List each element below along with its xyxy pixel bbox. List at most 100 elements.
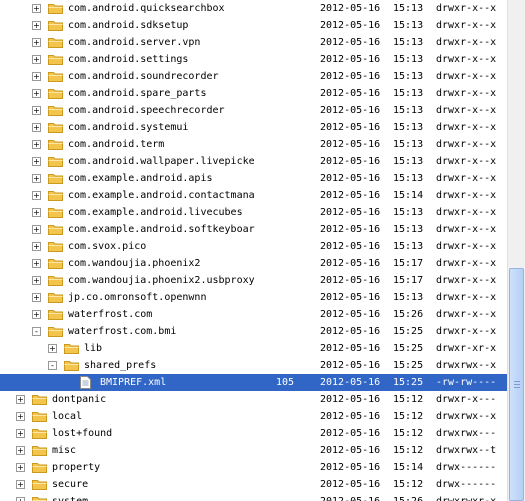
item-date: 2012-05-16: [320, 462, 381, 473]
item-permissions: drwxr-x--x: [436, 37, 497, 48]
item-permissions: drwxr-x--x: [436, 258, 497, 269]
expand-toggle[interactable]: +: [32, 242, 41, 251]
expand-toggle[interactable]: +: [32, 157, 41, 166]
item-date: 2012-05-16: [320, 428, 381, 439]
item-name: jp.co.omronsoft.openwnn: [68, 292, 207, 303]
folder-row[interactable]: + dontpanic 2012-05-16 15:12 drwxr-x---: [0, 391, 507, 408]
folder-row[interactable]: + lost+found 2012-05-16 15:12 drwxrwx---: [0, 425, 507, 442]
expand-toggle[interactable]: +: [32, 174, 41, 183]
folder-row[interactable]: + com.android.quicksearchbox 2012-05-16 15:…: [0, 0, 507, 17]
folder-icon: [32, 429, 47, 439]
item-name: property: [52, 462, 101, 473]
item-time: 15:13: [393, 54, 424, 65]
item-date: 2012-05-16: [320, 54, 381, 65]
collapse-toggle[interactable]: -: [48, 361, 57, 370]
expand-toggle[interactable]: +: [16, 395, 25, 404]
item-date: 2012-05-16: [320, 411, 381, 422]
folder-row[interactable]: + waterfrost.com 2012-05-16 15:26 drwxr-x--x: [0, 306, 507, 323]
folder-row[interactable]: + com.example.android.livecubes 2012-05-16…: [0, 204, 507, 221]
item-name: com.android.sdksetup: [68, 20, 189, 31]
folder-row[interactable]: + com.example.android.apis 2012-05-16 15:13…: [0, 170, 507, 187]
item-name: com.example.android.contactmana: [68, 190, 255, 201]
folder-row[interactable]: + secure 2012-05-16 15:12 drwx------: [0, 476, 507, 493]
folder-row[interactable]: + jp.co.omronsoft.openwnn 2012-05-16 15:13 d…: [0, 289, 507, 306]
folder-icon: [48, 242, 63, 252]
item-name: local: [52, 411, 83, 422]
item-permissions: drwxr-x--x: [436, 224, 497, 235]
folder-icon: [48, 310, 63, 320]
scrollbar-thumb[interactable]: [509, 268, 524, 501]
expand-toggle[interactable]: +: [32, 310, 41, 319]
folder-row[interactable]: - waterfrost.com.bmi 2012-05-16 15:25 drwxr-…: [0, 323, 507, 340]
folder-row[interactable]: + com.android.settings 2012-05-16 15:13 drwx…: [0, 51, 507, 68]
folder-row[interactable]: + com.android.speechrecorder 2012-05-16 15:…: [0, 102, 507, 119]
expand-toggle[interactable]: +: [32, 21, 41, 30]
item-name: BMIPREF.xml: [100, 377, 167, 388]
expand-toggle[interactable]: +: [32, 191, 41, 200]
folder-icon: [48, 38, 63, 48]
item-time: 15:12: [393, 428, 424, 439]
expand-toggle[interactable]: +: [16, 412, 25, 421]
grip-line: [514, 381, 520, 382]
expand-toggle[interactable]: +: [16, 463, 25, 472]
expand-toggle[interactable]: +: [32, 276, 41, 285]
folder-icon: [32, 412, 47, 422]
folder-row[interactable]: + com.android.sdksetup 2012-05-16 15:13 drwx…: [0, 17, 507, 34]
expand-toggle[interactable]: +: [48, 344, 57, 353]
folder-row[interactable]: + com.android.soundrecorder 2012-05-16 15:1…: [0, 68, 507, 85]
expand-toggle[interactable]: +: [32, 225, 41, 234]
folder-row[interactable]: + com.svox.pico 2012-05-16 15:13 drwxr-x--x: [0, 238, 507, 255]
item-time: 15:25: [393, 343, 424, 354]
expand-toggle[interactable]: +: [32, 4, 41, 13]
folder-row[interactable]: - shared_prefs 2012-05-16 15:25 drwxrwx--x: [0, 357, 507, 374]
item-date: 2012-05-16: [320, 445, 381, 456]
item-time: 15:13: [393, 20, 424, 31]
item-permissions: -rw-rw----: [436, 377, 497, 388]
folder-row[interactable]: + com.example.android.contactmana 2012-05-…: [0, 187, 507, 204]
folder-row[interactable]: + com.android.term 2012-05-16 15:13 drwxr-x-…: [0, 136, 507, 153]
expand-toggle[interactable]: +: [32, 123, 41, 132]
folder-row[interactable]: + com.wandoujia.phoenix2.usbproxy 2012-05-…: [0, 272, 507, 289]
expand-toggle[interactable]: +: [32, 259, 41, 268]
expand-toggle[interactable]: +: [32, 72, 41, 81]
folder-row[interactable]: + lib 2012-05-16 15:25 drwxr-xr-x: [0, 340, 507, 357]
item-permissions: drwxr-x---: [436, 394, 497, 405]
expand-toggle[interactable]: +: [16, 497, 25, 501]
folder-row[interactable]: + com.android.spare_parts 2012-05-16 15:13 d…: [0, 85, 507, 102]
item-time: 15:13: [393, 139, 424, 150]
expand-toggle[interactable]: +: [32, 38, 41, 47]
item-date: 2012-05-16: [320, 493, 380, 501]
folder-row[interactable]: + local 2012-05-16 15:12 drwxrwx--x: [0, 408, 507, 425]
collapse-toggle[interactable]: -: [32, 327, 41, 336]
folder-row[interactable]: + misc 2012-05-16 15:12 drwxrwx--t: [0, 442, 507, 459]
folder-row[interactable]: + com.android.server.vpn 2012-05-16 15:13 dr…: [0, 34, 507, 51]
item-date: 2012-05-16: [320, 190, 381, 201]
expand-toggle[interactable]: +: [32, 140, 41, 149]
item-name: system: [52, 493, 88, 501]
folder-row[interactable]: + com.wandoujia.phoenix2 2012-05-16 15:17 dr…: [0, 255, 507, 272]
expand-toggle[interactable]: +: [16, 446, 25, 455]
expand-toggle[interactable]: +: [32, 208, 41, 217]
item-permissions: drwx------: [436, 462, 497, 473]
expand-toggle[interactable]: +: [16, 480, 25, 489]
expand-toggle[interactable]: +: [32, 293, 41, 302]
item-name: com.android.systemui: [68, 122, 189, 133]
item-date: 2012-05-16: [320, 309, 381, 320]
expand-toggle[interactable]: +: [32, 55, 41, 64]
item-date: 2012-05-16: [320, 377, 381, 388]
expand-toggle[interactable]: +: [16, 429, 25, 438]
expand-toggle[interactable]: +: [32, 89, 41, 98]
folder-row[interactable]: + system 2012-05-16 15:26 drwxrwxr-x: [0, 493, 507, 501]
item-date: 2012-05-16: [320, 224, 381, 235]
item-name: shared_prefs: [84, 360, 157, 371]
folder-row[interactable]: + com.android.wallpaper.livepicke 2012-05-…: [0, 153, 507, 170]
folder-row[interactable]: + com.android.systemui 2012-05-16 15:13 drwx…: [0, 119, 507, 136]
file-row[interactable]: BMIPREF.xml 105 2012-05-16 15:25 -rw-rw----: [0, 374, 507, 391]
item-time: 15:13: [393, 207, 424, 218]
folder-row[interactable]: + com.example.android.softkeyboar 2012-05-…: [0, 221, 507, 238]
expand-toggle[interactable]: +: [32, 106, 41, 115]
vertical-scrollbar[interactable]: [507, 0, 525, 501]
item-date: 2012-05-16: [320, 394, 381, 405]
item-permissions: drwxr-x--x: [436, 88, 497, 99]
folder-row[interactable]: + property 2012-05-16 15:14 drwx------: [0, 459, 507, 476]
